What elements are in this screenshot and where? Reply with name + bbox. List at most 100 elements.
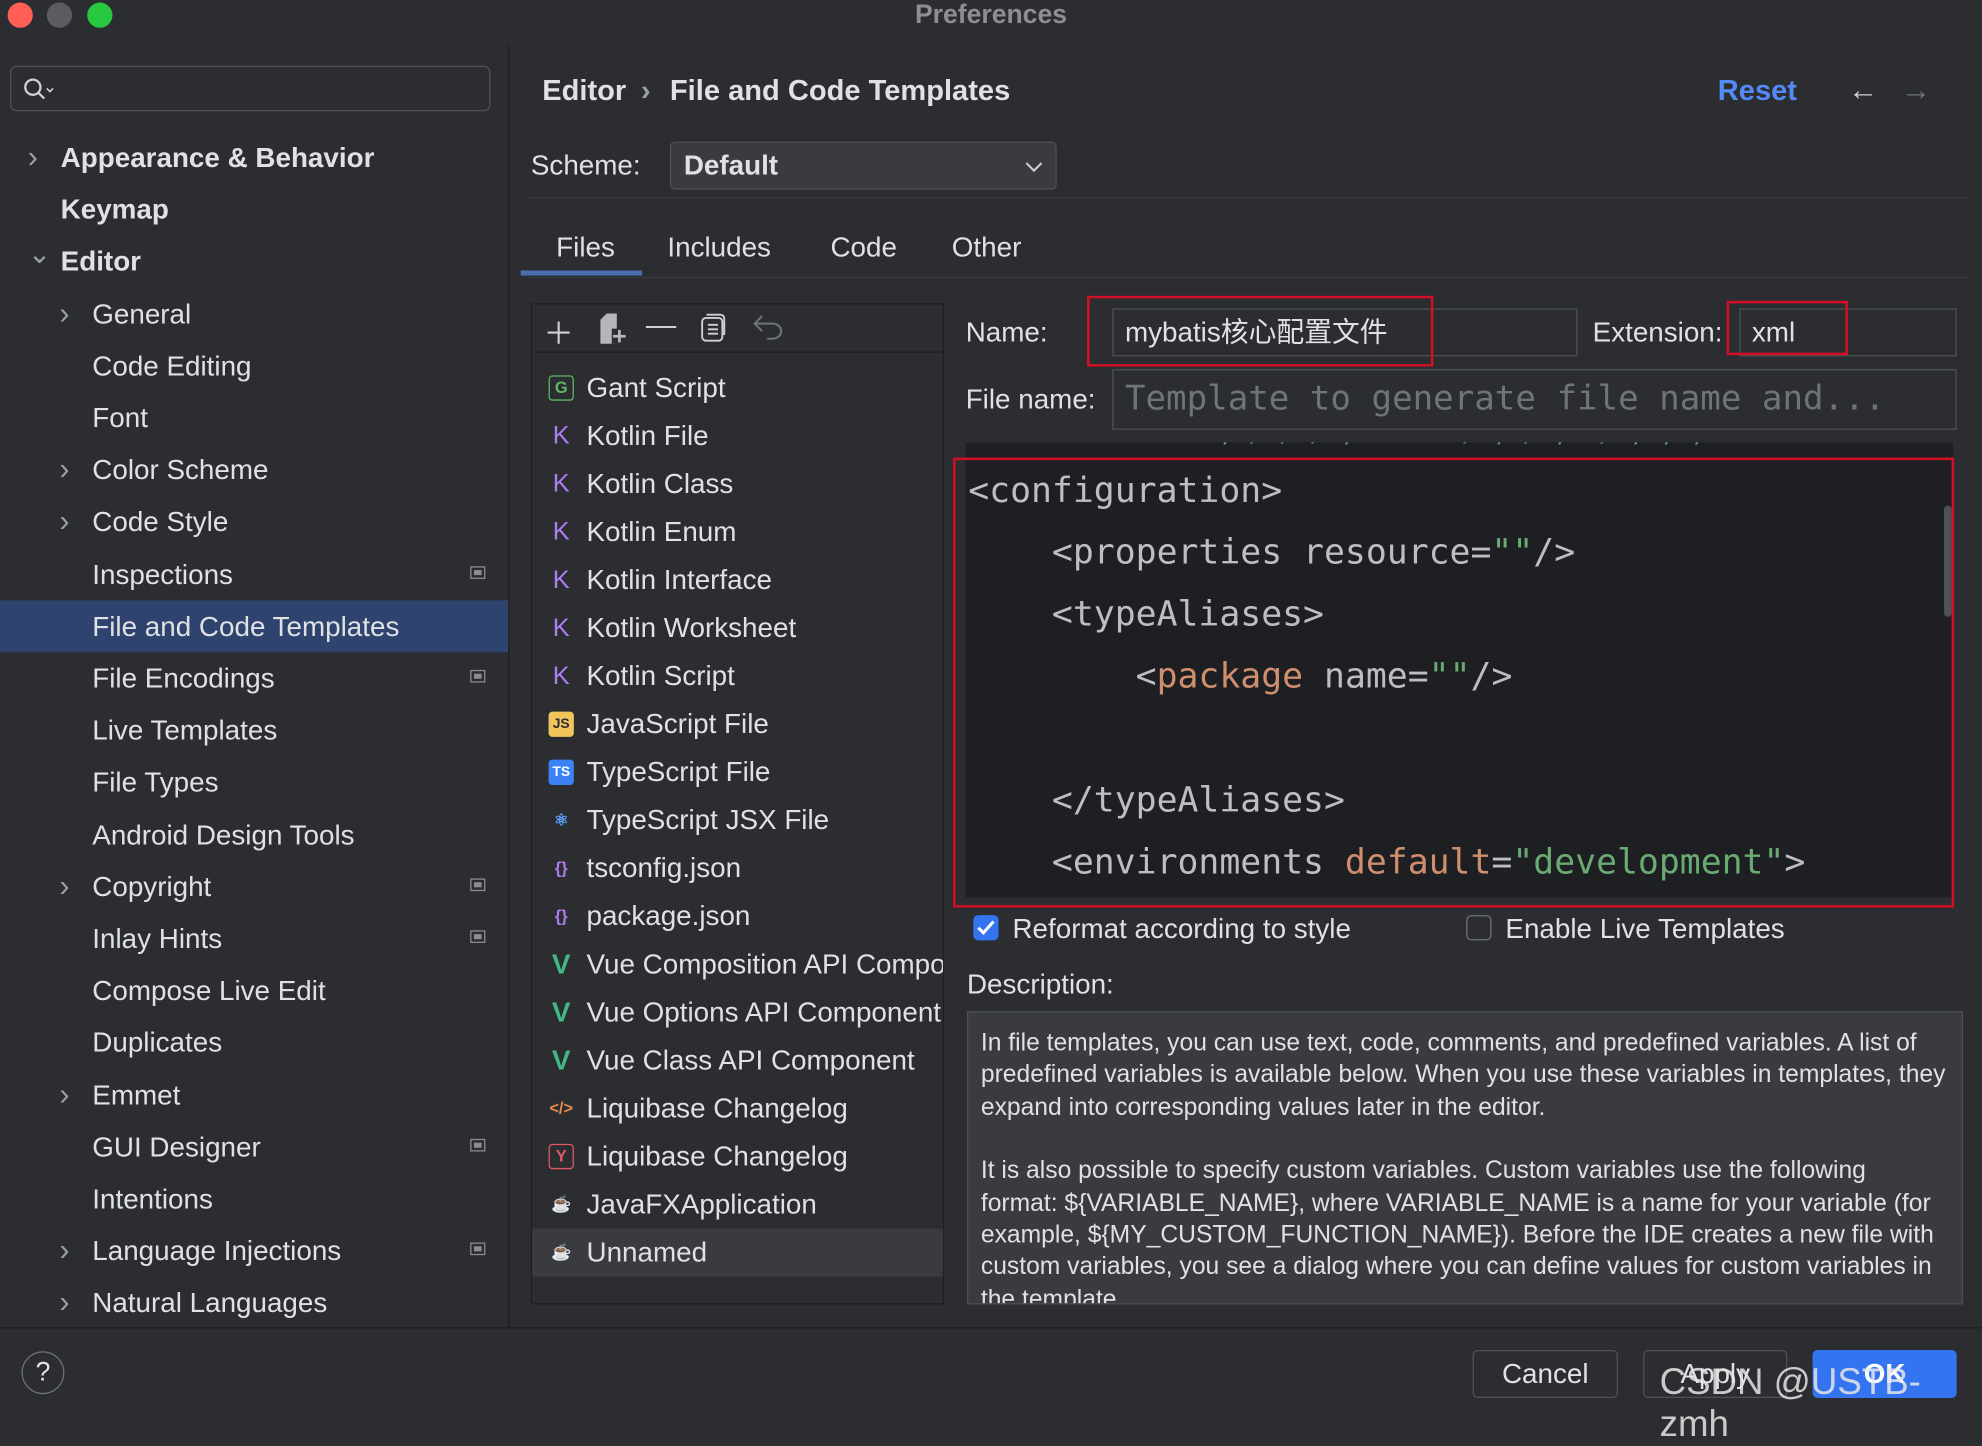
sidebar-item-emmet[interactable]: › Emmet <box>0 1069 508 1121</box>
sidebar-item-duplicates[interactable]: Duplicates <box>0 1017 508 1069</box>
tab-code[interactable]: Code <box>830 231 896 264</box>
template-list-item[interactable]: K Kotlin Script <box>532 652 943 700</box>
live-templates-checkbox[interactable] <box>1466 915 1492 941</box>
template-list-item[interactable]: Y Liquibase Changelog <box>532 1133 943 1181</box>
sidebar-item-label: GUI Designer <box>92 1131 261 1163</box>
sidebar-item-label: Emmet <box>92 1078 181 1111</box>
active-tab-indicator <box>520 270 643 276</box>
template-list-item[interactable]: V Vue Options API Component <box>532 988 943 1036</box>
sidebar-item-editor[interactable]: ⌄ Editor <box>0 236 508 288</box>
template-list-item[interactable]: {} tsconfig.json <box>532 844 943 892</box>
template-list-item[interactable]: </> Liquibase Changelog <box>532 1085 943 1133</box>
breadcrumb-editor[interactable]: Editor <box>542 73 626 107</box>
sidebar-item-label: Color Scheme <box>92 454 269 486</box>
sidebar-item-natural-languages[interactable]: › Natural Languages <box>0 1277 508 1329</box>
back-arrow-icon[interactable]: ← <box>1848 73 1878 108</box>
sidebar-item-color-scheme[interactable]: › Color Scheme <box>0 444 508 496</box>
sidebar-item-label: Android Design Tools <box>92 818 355 851</box>
reformat-checkbox[interactable] <box>973 915 999 941</box>
template-list-item[interactable]: V Vue Class API Component <box>532 1036 943 1084</box>
sidebar-item-label: Font <box>92 401 148 434</box>
chevron-right-icon[interactable]: › <box>59 1225 69 1277</box>
project-settings-icon <box>470 669 486 683</box>
search-input[interactable] <box>10 65 491 112</box>
template-list-item[interactable]: TS TypeScript File <box>532 748 943 796</box>
sidebar-item-label: Compose Live Edit <box>92 974 326 1007</box>
cancel-button[interactable]: Cancel <box>1472 1349 1618 1398</box>
chevron-right-icon[interactable]: › <box>59 1069 69 1121</box>
vue-class-api-component-icon: V <box>551 1044 571 1076</box>
template-list-item[interactable]: K Kotlin Class <box>532 460 943 508</box>
sidebar-item-inspections[interactable]: Inspections <box>0 548 508 600</box>
sidebar-item-inlay-hints[interactable]: Inlay Hints <box>0 913 508 965</box>
template-label: TypeScript JSX File <box>586 803 830 836</box>
reset-template-icon[interactable] <box>752 313 785 341</box>
tab-includes[interactable]: Includes <box>667 231 771 264</box>
sidebar-item-code-style[interactable]: › Code Style <box>0 496 508 548</box>
sidebar-item-language-injections[interactable]: › Language Injections <box>0 1225 508 1277</box>
filename-input[interactable]: Template to generate file name and... <box>1112 369 1957 430</box>
template-list-item[interactable]: {} package.json <box>532 892 943 940</box>
unnamed-icon: ☕ <box>550 1242 572 1262</box>
sidebar-item-label: File and Code Templates <box>92 610 400 642</box>
sidebar-item-keymap[interactable]: Keymap <box>0 184 508 236</box>
template-list-item[interactable]: JS JavaScript File <box>532 700 943 748</box>
chevron-right-icon[interactable]: › <box>59 1277 69 1329</box>
chevron-down-icon[interactable]: ⌄ <box>28 228 51 280</box>
sidebar-item-intentions[interactable]: Intentions <box>0 1173 508 1225</box>
sidebar-item-general[interactable]: › General <box>0 288 508 340</box>
sidebar-item-file-types[interactable]: File Types <box>0 756 508 808</box>
forward-arrow-icon[interactable]: → <box>1901 73 1931 108</box>
template-label: Kotlin Interface <box>586 563 772 596</box>
live-templates-label[interactable]: Enable Live Templates <box>1505 913 1784 946</box>
add-icon[interactable]: ＋ <box>544 308 574 352</box>
remove-icon[interactable]: — <box>646 308 676 343</box>
sidebar-item-file-and-code-templates[interactable]: File and Code Templates <box>0 600 509 652</box>
template-list-item[interactable]: K Kotlin Worksheet <box>532 604 943 652</box>
create-child-template-icon[interactable] <box>599 312 627 345</box>
chevron-right-icon[interactable]: › <box>59 288 69 340</box>
chevron-right-icon[interactable]: › <box>59 444 69 496</box>
sidebar-item-compose-live-edit[interactable]: Compose Live Edit <box>0 965 508 1017</box>
template-list-item[interactable]: G Gant Script <box>532 364 943 412</box>
template-list-item[interactable]: ☕ JavaFXApplication <box>532 1181 943 1229</box>
sidebar-item-font[interactable]: Font <box>0 392 508 444</box>
tab-other[interactable]: Other <box>952 231 1022 264</box>
sidebar-item-label: Language Injections <box>92 1235 342 1267</box>
package-json-icon: {} <box>554 906 568 926</box>
sidebar-item-file-encodings[interactable]: File Encodings <box>0 652 508 704</box>
sidebar-item-copyright[interactable]: › Copyright <box>0 861 508 913</box>
sidebar-item-gui-designer[interactable]: GUI Designer <box>0 1121 508 1173</box>
template-list-item[interactable]: ☕ Unnamed <box>532 1228 943 1277</box>
chevron-right-icon[interactable]: › <box>59 861 69 913</box>
breadcrumb-separator: › <box>640 73 651 107</box>
vue-options-api-component-icon: V <box>551 996 571 1028</box>
javafxapplication-icon: ☕ <box>550 1194 572 1214</box>
help-button[interactable]: ? <box>21 1351 65 1395</box>
reformat-label[interactable]: Reformat according to style <box>1012 913 1350 946</box>
tab-files[interactable]: Files <box>556 231 615 264</box>
template-list-item[interactable]: K Kotlin Interface <box>532 556 943 604</box>
reset-link[interactable]: Reset <box>1718 73 1797 107</box>
template-list-item[interactable]: ⚛ TypeScript JSX File <box>532 796 943 844</box>
template-list-item[interactable]: K Kotlin Enum <box>532 508 943 556</box>
sidebar-item-appearance-behavior[interactable]: › Appearance & Behavior <box>0 131 508 183</box>
template-label: Gant Script <box>586 371 726 404</box>
copy-template-icon[interactable] <box>700 312 728 342</box>
description-paragraph: It is also possible to specify custom va… <box>980 1156 1934 1305</box>
sidebar-item-code-editing[interactable]: Code Editing <box>0 340 508 392</box>
sidebar-item-live-templates[interactable]: Live Templates <box>0 704 508 756</box>
sidebar-item-label: Inspections <box>92 558 233 590</box>
template-list-item[interactable]: V Vue Composition API Component <box>532 940 943 988</box>
sidebar-item-label: Code Style <box>92 506 229 538</box>
preferences-dialog: Preferences › Appearance & Behavior Keymap… <box>0 0 1982 1445</box>
scheme-dropdown[interactable]: Default <box>669 141 1057 190</box>
template-label: Kotlin File <box>586 419 709 452</box>
template-list-item[interactable]: K Kotlin File <box>532 412 943 460</box>
chevron-right-icon[interactable]: › <box>28 131 38 183</box>
sidebar-item-label: Copyright <box>92 870 212 903</box>
highlight-box-name <box>1087 295 1434 367</box>
project-settings-icon <box>470 1138 486 1152</box>
sidebar-item-android-design-tools[interactable]: Android Design Tools <box>0 808 508 860</box>
chevron-right-icon[interactable]: › <box>59 496 69 548</box>
